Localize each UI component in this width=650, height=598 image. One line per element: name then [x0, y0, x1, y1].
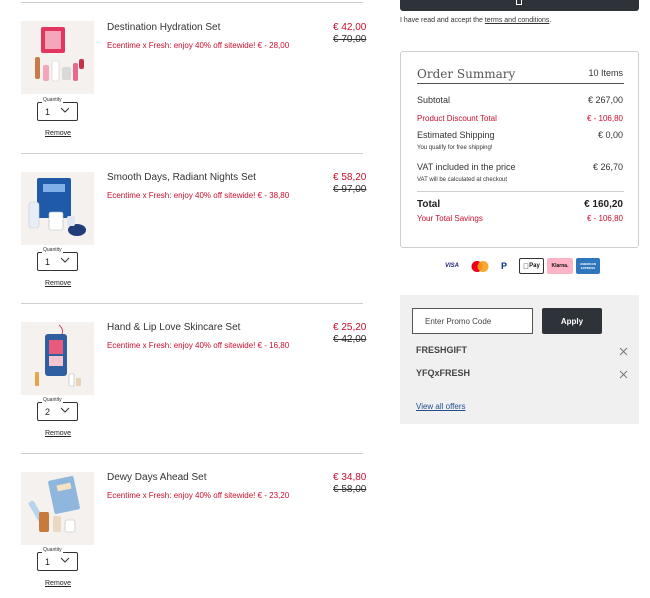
- summary-divider: [417, 191, 624, 192]
- sale-price: € 25,20: [333, 322, 367, 333]
- quantity-select[interactable]: Quantity 1: [37, 97, 78, 121]
- payment-methods: VISA P Pay Klarna. AMERICAN EXPRESS: [440, 258, 600, 275]
- cart-item: Smooth Days, Radiant Nights Set Ecentime…: [0, 150, 370, 300]
- quantity-label: Quantity: [42, 397, 63, 403]
- remove-link[interactable]: Remove: [45, 280, 71, 287]
- chevron-down-icon: [60, 557, 70, 563]
- quantity-label: Quantity: [42, 97, 63, 103]
- quantity-value: 2: [45, 407, 51, 417]
- promo-message: Ecentime x Fresh: enjoy 40% off sitewide…: [107, 491, 290, 500]
- item-count: 10 Items: [588, 68, 623, 78]
- summary-divider: [417, 83, 624, 84]
- remove-link[interactable]: Remove: [45, 430, 71, 437]
- shipping-label: Estimated Shipping: [417, 130, 495, 140]
- lock-icon: [516, 0, 522, 5]
- total-label: Total: [417, 199, 441, 210]
- terms-link[interactable]: terms and conditions: [485, 17, 550, 24]
- order-summary: Order Summary 10 Items Subtotal € 267,00…: [400, 51, 639, 248]
- remove-link[interactable]: Remove: [45, 130, 71, 137]
- quantity-label: Quantity: [42, 247, 63, 253]
- subtotal-label: Subtotal: [417, 95, 451, 105]
- chevron-down-icon: [60, 407, 70, 413]
- chevron-down-icon: [60, 107, 70, 113]
- terms-suffix: .: [549, 17, 552, 24]
- sale-price: € 58,20: [333, 172, 367, 183]
- product-image[interactable]: [21, 472, 94, 545]
- apple-pay-icon: Pay: [519, 258, 544, 274]
- product-name[interactable]: Destination Hydration Set: [107, 22, 220, 33]
- quantity-select[interactable]: Quantity 1: [37, 247, 78, 271]
- quantity-label: Quantity: [42, 547, 63, 553]
- discount-label: Product Discount Total: [417, 114, 497, 123]
- view-all-offers-link[interactable]: View all offers: [416, 402, 466, 411]
- product-image[interactable]: [21, 172, 94, 245]
- promo-message: Ecentime x Fresh: enjoy 40% off sitewide…: [107, 41, 290, 50]
- original-price: € 70,00: [333, 34, 367, 45]
- vat-value: € 26,70: [592, 162, 623, 172]
- quantity-select[interactable]: Quantity 2: [37, 397, 78, 421]
- total-value: € 160,20: [584, 199, 623, 210]
- product-image[interactable]: [21, 21, 94, 94]
- discount-value: € - 106,80: [586, 114, 623, 123]
- applied-code: FRESHGIFT: [416, 345, 467, 355]
- original-price: € 97,00: [333, 184, 367, 195]
- apple-pay-label: Pay: [526, 263, 540, 269]
- vat-label: VAT included in the price: [417, 162, 516, 172]
- summary-title: Order Summary: [417, 67, 516, 81]
- shipping-note: You qualify for free shipping!: [417, 145, 493, 151]
- quantity-select[interactable]: Quantity 1: [37, 547, 78, 571]
- remove-link[interactable]: Remove: [45, 580, 71, 587]
- quantity-value: 1: [45, 257, 51, 267]
- vat-note: VAT will be calculated at checkout: [417, 177, 508, 183]
- chevron-down-icon: [60, 257, 70, 263]
- sale-price: € 34,80: [333, 472, 367, 483]
- savings-label: Your Total Savings: [417, 214, 483, 223]
- promo-panel: Apply FRESHGIFT YFQxFRESH View all offer…: [400, 295, 639, 424]
- original-price: € 42,00: [333, 334, 367, 345]
- product-name[interactable]: Smooth Days, Radiant Nights Set: [107, 172, 256, 183]
- terms-text: I have read and accept the terms and con…: [400, 17, 551, 24]
- product-name[interactable]: Hand & Lip Love Skincare Set: [107, 322, 240, 333]
- close-icon[interactable]: [619, 347, 628, 356]
- savings-value: € - 106,80: [586, 214, 623, 223]
- quantity-value: 1: [45, 557, 51, 567]
- amex-icon: AMERICAN EXPRESS: [576, 258, 600, 274]
- klarna-icon: Klarna.: [547, 258, 573, 274]
- sale-price: € 42,00: [333, 22, 367, 33]
- paypal-icon: P: [500, 261, 507, 271]
- terms-prefix: I have read and accept the: [400, 17, 485, 24]
- visa-icon: VISA: [444, 263, 459, 269]
- mastercard-icon: [469, 258, 491, 274]
- product-name[interactable]: Dewy Days Ahead Set: [107, 472, 207, 483]
- cart-item: Hand & Lip Love Skincare Set Ecentime x …: [0, 300, 370, 450]
- close-icon[interactable]: [619, 370, 628, 379]
- promo-message: Ecentime x Fresh: enjoy 40% off sitewide…: [107, 191, 290, 200]
- promo-message: Ecentime x Fresh: enjoy 40% off sitewide…: [107, 341, 290, 350]
- product-image[interactable]: [21, 322, 94, 395]
- applied-code: YFQxFRESH: [416, 368, 471, 378]
- promo-code-input[interactable]: [412, 308, 533, 334]
- subtotal-value: € 267,00: [587, 95, 623, 105]
- original-price: € 58,00: [333, 484, 367, 495]
- quantity-value: 1: [45, 107, 51, 117]
- apply-button[interactable]: Apply: [542, 308, 602, 334]
- shipping-value: € 0,00: [597, 130, 623, 140]
- cart-item: Destination Hydration Set Ecentime x Fre…: [0, 0, 370, 150]
- cart-item: Dewy Days Ahead Set Ecentime x Fresh: en…: [0, 450, 370, 598]
